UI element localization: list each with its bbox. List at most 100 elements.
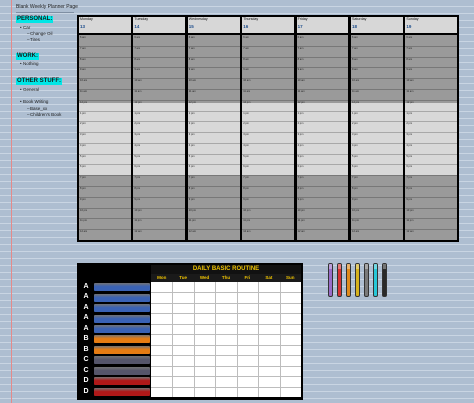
hour-line <box>351 121 403 123</box>
grid-line <box>151 376 301 378</box>
time-label: 6 am <box>188 36 195 39</box>
time-label: 11 am <box>243 89 251 93</box>
black-pen-icon[interactable] <box>382 263 387 297</box>
pen-cap <box>338 264 341 269</box>
time-label: 7 pm <box>243 176 249 180</box>
day-column[interactable]: 6 am 7 am 8 am 9 am 10 am 11 am 12 pm 1 pm 2 pm 3… <box>242 35 294 240</box>
time-label: 8 pm <box>80 187 86 191</box>
hour-line <box>351 45 403 47</box>
time-label: 4 pm <box>80 143 86 147</box>
routine-task-bar[interactable] <box>94 314 150 323</box>
time-label: 9 am <box>80 68 86 72</box>
hour-line <box>405 175 458 177</box>
time-label: 4 pm <box>406 143 413 147</box>
hour-line <box>296 132 349 134</box>
routine-task-bar[interactable] <box>94 345 150 354</box>
hour-line <box>79 132 131 134</box>
pen-cap <box>383 264 386 269</box>
hour-line <box>187 45 240 47</box>
time-label: 12 pm <box>406 100 414 104</box>
hour-line <box>242 142 294 144</box>
outline-item-label: Change Oil <box>30 31 53 36</box>
time-label: 10 pm <box>352 208 360 212</box>
time-label: 8 am <box>188 57 195 61</box>
margin-line <box>11 0 12 403</box>
hour-line <box>187 132 240 134</box>
routine-task-bar[interactable] <box>94 283 150 292</box>
outline-item[interactable]: –Base_xx <box>27 106 47 111</box>
day-date: 14 <box>134 24 140 29</box>
routine-task-bar[interactable] <box>94 356 150 365</box>
time-label: 10 am <box>243 79 251 83</box>
time-label: 6 pm <box>406 165 413 169</box>
cyan-pen-icon[interactable] <box>373 263 378 297</box>
day-header: Saturday 18 <box>351 17 403 33</box>
time-label: 10 am <box>406 79 414 83</box>
time-label: 6 am <box>80 36 86 39</box>
hour-line <box>405 110 458 112</box>
routine-row-letter: A <box>83 293 89 301</box>
hour-line <box>405 67 458 69</box>
routine-task-bar[interactable] <box>94 304 150 313</box>
outline-item[interactable]: •Car <box>20 25 30 30</box>
day-column[interactable]: 6 am 7 am 8 am 9 am 10 am 11 am 12 pm 1 pm 2 pm 3… <box>405 35 458 240</box>
outline-item[interactable]: –Tires <box>27 37 40 42</box>
time-label: 6 pm <box>80 165 86 169</box>
outline-item[interactable]: –Change Oil <box>27 31 53 36</box>
hour-line <box>242 45 294 47</box>
hour-line <box>79 121 131 123</box>
time-label: 11 am <box>406 89 414 93</box>
routine-day-label: Fri <box>244 275 251 280</box>
outline-item[interactable]: –Children's Book <box>27 112 61 117</box>
time-label: 10 am <box>134 79 142 83</box>
orange-pen-icon[interactable] <box>346 263 351 297</box>
gold-pen-icon[interactable] <box>355 263 360 297</box>
time-label: 11 am <box>188 89 196 93</box>
section-heading: PERSONAL: <box>16 16 54 23</box>
routine-task-bar[interactable] <box>94 387 150 396</box>
red-pen-icon[interactable] <box>337 263 342 297</box>
grid-line <box>236 282 238 397</box>
hour-line <box>187 110 240 112</box>
hour-line <box>133 186 186 188</box>
time-label: 7 pm <box>80 176 86 180</box>
routine-day-label: Thu <box>221 275 231 280</box>
time-label: 7 pm <box>134 176 141 180</box>
time-label: 9 am <box>134 68 141 72</box>
day-column[interactable]: 6 am 7 am 8 am 9 am 10 am 11 am 12 pm 1 pm 2 pm 3… <box>187 35 240 240</box>
hour-line <box>405 164 458 166</box>
hour-line <box>133 153 186 155</box>
routine-row-letter: B <box>83 335 89 343</box>
day-column[interactable]: 6 am 7 am 8 am 9 am 10 am 11 am 12 pm 1 pm 2 pm 3… <box>296 35 349 240</box>
time-label: 3 pm <box>352 133 358 137</box>
hour-line <box>296 142 349 144</box>
day-column[interactable]: 6 am 7 am 8 am 9 am 10 am 11 am 12 pm 1 pm 2 pm 3… <box>79 35 131 240</box>
routine-task-bar[interactable] <box>94 366 150 375</box>
purple-pen-icon[interactable] <box>328 263 333 297</box>
routine-day-label: Sun <box>286 275 295 280</box>
gray-pen-icon[interactable] <box>364 263 369 297</box>
outline-item[interactable]: •General <box>20 87 39 92</box>
hour-line <box>351 56 403 58</box>
routine-task-bar[interactable] <box>94 325 150 334</box>
hour-line <box>242 67 294 69</box>
day-date: 19 <box>406 24 412 29</box>
hour-line <box>187 153 240 155</box>
day-column[interactable]: 6 am 7 am 8 am 9 am 10 am 11 am 12 pm 1 pm 2 pm 3… <box>133 35 186 240</box>
routine-task-bar[interactable] <box>94 377 150 386</box>
outline-item[interactable]: •Nothing <box>20 61 39 66</box>
routine-task-bar[interactable] <box>94 293 150 302</box>
day-column[interactable]: 6 am 7 am 8 am 9 am 10 am 11 am 12 pm 1 pm 2 pm 3… <box>351 35 403 240</box>
time-label: 6 am <box>134 36 141 39</box>
time-label: 12 pm <box>297 100 305 104</box>
hour-line <box>351 186 403 188</box>
time-label: 5 pm <box>243 154 249 158</box>
hour-line <box>133 110 186 112</box>
routine-task-bar[interactable] <box>94 335 150 344</box>
time-label: 3 pm <box>406 133 413 137</box>
time-label: 9 pm <box>188 197 195 201</box>
time-label: 6 pm <box>134 165 141 169</box>
hour-line <box>242 153 294 155</box>
hour-line <box>187 142 240 144</box>
outline-item[interactable]: •Book Writing <box>20 99 48 104</box>
